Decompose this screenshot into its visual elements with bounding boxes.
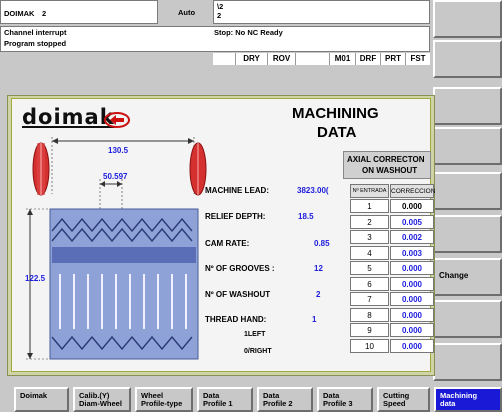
- param-label-cam: CAM RATE:: [205, 239, 250, 248]
- softkey-doimak[interactable]: Doimak: [14, 387, 69, 412]
- vertical-softkey-2[interactable]: [433, 40, 502, 78]
- panel-title-line1: MACHINING: [292, 105, 379, 122]
- row-index: 7: [350, 292, 389, 306]
- row-correction[interactable]: 0.000: [390, 261, 434, 275]
- program-cell: \2 2: [213, 0, 430, 24]
- change-softkey[interactable]: Change: [433, 258, 502, 296]
- channel-number: 2: [42, 9, 47, 18]
- softkey-calib-diam-wheel[interactable]: Calib.(Y) Diam-Wheel: [73, 387, 131, 412]
- param-value-lead[interactable]: 3823.00(: [297, 186, 329, 195]
- hand-option-left: 1LEFT: [244, 331, 266, 338]
- panel-title-line2: DATA: [317, 124, 357, 141]
- status-header: DOIMAK 2 Auto \2 2 Channel interrupt Sto…: [0, 0, 430, 95]
- row-index: 4: [350, 246, 389, 260]
- param-label-washout: Nº OF WASHOUT: [205, 290, 271, 299]
- param-value-hand[interactable]: 1: [312, 315, 316, 324]
- vertical-softkey-3[interactable]: [433, 87, 502, 125]
- row-index: 10: [350, 339, 389, 353]
- param-value-cam[interactable]: 0.85: [314, 239, 330, 248]
- row-correction[interactable]: 0.000: [390, 308, 434, 322]
- row-index: 9: [350, 323, 389, 337]
- machining-data-panel: doimak MACHINING DATA AXIAL CORRECTON ON…: [11, 98, 435, 372]
- dim-pitch: 50.597: [103, 172, 128, 181]
- indicator-fst: FST: [405, 53, 430, 65]
- stop-state: Stop: No NC Ready: [214, 28, 283, 37]
- row-correction[interactable]: 0.000: [390, 339, 434, 353]
- row-index: 2: [350, 215, 389, 229]
- vertical-softkey-6[interactable]: [433, 215, 502, 253]
- softkey-data-profile-1[interactable]: Data Profile 1: [197, 387, 253, 412]
- indicator-m01: M01: [329, 53, 355, 65]
- hand-option-right: 0/RIGHT: [244, 348, 272, 355]
- dim-width: 130.5: [108, 146, 129, 155]
- program-name: \2 2: [217, 2, 224, 20]
- row-index: 3: [350, 230, 389, 244]
- vertical-softkey-1[interactable]: [433, 0, 502, 38]
- logo-text: doimak: [22, 105, 115, 129]
- indicator-dry: DRY: [235, 53, 267, 65]
- channel-number-cell: 2: [40, 0, 158, 24]
- softkey-machining-data[interactable]: Machining data: [434, 387, 502, 412]
- softkey-data-profile-3[interactable]: Data Profile 3: [317, 387, 373, 412]
- dim-height: 122.5: [25, 274, 46, 283]
- col-header-entry: Nº ENTRADA: [350, 184, 389, 198]
- indicator-blank2: [295, 53, 329, 65]
- softkey-cutting-speed[interactable]: Cutting Speed: [377, 387, 430, 412]
- row-correction[interactable]: 0.003: [390, 246, 434, 260]
- row-index: 5: [350, 261, 389, 275]
- param-label-hand: THREAD HAND:: [205, 315, 267, 324]
- indicator-drf: DRF: [355, 53, 380, 65]
- softkey-data-profile-2[interactable]: Data Profile 2: [257, 387, 313, 412]
- channel-status-cell: Channel interrupt Stop: No NC Ready Prog…: [0, 26, 430, 52]
- param-value-relief[interactable]: 18.5: [298, 212, 314, 221]
- param-label-lead: MACHINE LEAD:: [205, 186, 269, 195]
- row-correction[interactable]: 0.000: [390, 292, 434, 306]
- axial-line1: AXIAL CORRECTON: [347, 155, 425, 164]
- mode-label: Auto: [178, 8, 196, 17]
- row-correction[interactable]: 0.002: [390, 230, 434, 244]
- row-index: 6: [350, 277, 389, 291]
- axial-correction-header: AXIAL CORRECTON ON WASHOUT: [343, 151, 431, 179]
- row-correction[interactable]: 0.000: [390, 277, 434, 291]
- program-state: Program stopped: [4, 39, 67, 48]
- param-label-grooves: Nº OF GROOVES :: [205, 264, 275, 273]
- row-index: 8: [350, 308, 389, 322]
- row-correction[interactable]: 0.000: [390, 323, 434, 337]
- channel-state: Channel interrupt: [4, 28, 67, 37]
- vertical-softkey-9[interactable]: [433, 343, 502, 381]
- param-label-relief: RELIEF DEPTH:: [205, 212, 266, 221]
- row-correction[interactable]: 0.005: [390, 215, 434, 229]
- row-correction[interactable]: 0.000: [390, 199, 434, 213]
- vertical-softkey-4[interactable]: [433, 127, 502, 165]
- param-value-washout[interactable]: 2: [316, 290, 320, 299]
- vertical-softkey-5[interactable]: [433, 172, 502, 210]
- doimak-logo: doimak: [22, 105, 130, 129]
- logo-mark-icon: [104, 112, 130, 128]
- col-header-correction: CORRECCION: [390, 184, 435, 198]
- indicator-blank: [213, 53, 235, 65]
- machine-name: DOIMAK: [4, 9, 35, 18]
- axial-line2: ON WASHOUT: [362, 166, 418, 175]
- param-value-grooves[interactable]: 12: [314, 264, 323, 273]
- indicator-rov: ROV: [267, 53, 295, 65]
- mode-cell: Auto: [158, 0, 218, 24]
- grinding-wheel-diagram: [26, 137, 207, 360]
- row-index: 1: [350, 199, 389, 213]
- vertical-softkey-8[interactable]: [433, 300, 502, 338]
- softkey-wheel-profile-type[interactable]: Wheel Profile-type: [135, 387, 193, 412]
- indicator-prt: PRT: [380, 53, 405, 65]
